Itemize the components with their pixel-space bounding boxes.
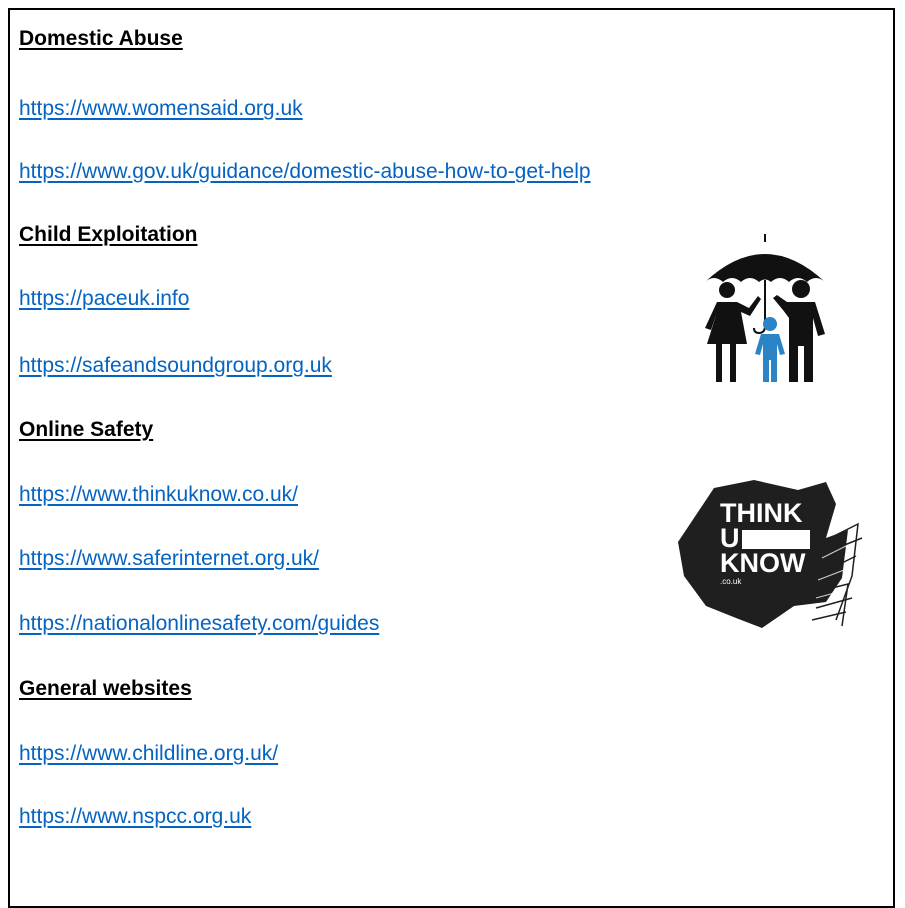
resource-box (8, 8, 895, 908)
link-thinkuknow[interactable]: https://www.thinkuknow.co.uk/ (19, 482, 298, 508)
link-womensaid[interactable]: https://www.womensaid.org.uk (19, 96, 303, 122)
link-safeandsound[interactable]: https://safeandsoundgroup.org.uk (19, 353, 332, 379)
heading-child-exploitation: Child Exploitation (19, 223, 198, 246)
link-gov-domestic-abuse[interactable]: https://www.gov.uk/guidance/domestic-abu… (19, 159, 591, 185)
link-paceuk[interactable]: https://paceuk.info (19, 286, 189, 312)
heading-general-websites: General websites (19, 677, 192, 700)
logo-couk-text: .co.uk (720, 577, 742, 586)
link-nspcc[interactable]: https://www.nspcc.org.uk (19, 804, 251, 830)
thinkuknow-logo: THINK U KNOW .co.uk (676, 480, 864, 630)
link-childline[interactable]: https://www.childline.org.uk/ (19, 741, 278, 767)
heading-online-safety: Online Safety (19, 418, 154, 441)
umbrella-family-icon (703, 234, 827, 384)
link-nationalonlinesafety[interactable]: https://nationalonlinesafety.com/guides (19, 611, 379, 637)
heading-domestic-abuse: Domestic Abuse (19, 27, 183, 50)
link-saferinternet[interactable]: https://www.saferinternet.org.uk/ (19, 546, 319, 572)
logo-know-text: KNOW (720, 548, 806, 578)
